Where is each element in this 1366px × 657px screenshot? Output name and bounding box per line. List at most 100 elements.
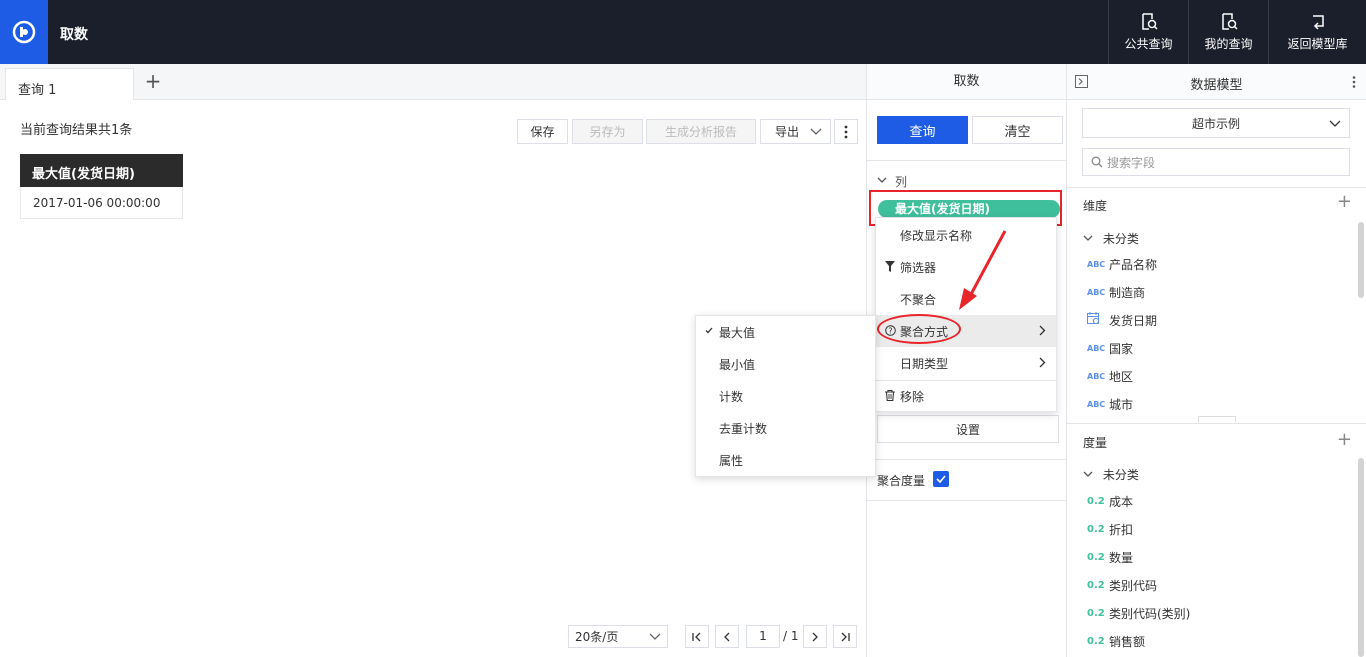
return-model-library-label: 返回模型库 bbox=[1287, 36, 1348, 51]
aggregate-measure-checkbox[interactable] bbox=[933, 471, 949, 487]
generate-report-button[interactable]: 生成分析报告 bbox=[646, 119, 756, 144]
save-button[interactable]: 保存 bbox=[517, 119, 568, 144]
measure-group-label: 未分类 bbox=[1102, 468, 1139, 482]
field-name: 产品名称 bbox=[1109, 257, 1158, 272]
export-dropdown[interactable]: 导出 bbox=[760, 119, 831, 144]
tab-query-1[interactable]: 查询 1 bbox=[5, 68, 134, 100]
measure-field[interactable]: 0.2 类别代码(类别) bbox=[1087, 603, 1190, 623]
chevron-down-icon[interactable] bbox=[877, 177, 887, 185]
dimension-field[interactable]: 发货日期 bbox=[1087, 310, 1157, 330]
clear-button[interactable]: 清空 bbox=[972, 116, 1063, 144]
dimensions-scrollbar[interactable] bbox=[1358, 222, 1364, 298]
return-icon bbox=[1312, 14, 1324, 30]
dimension-field[interactable]: ABC 产品名称 bbox=[1087, 254, 1157, 274]
measure-field[interactable]: 0.2 成本 bbox=[1087, 491, 1133, 511]
dimensions-label: 维度 bbox=[1083, 199, 1108, 213]
dimensions-section-header: 维度 + bbox=[1067, 187, 1366, 215]
measure-field[interactable]: 0.2 折扣 bbox=[1087, 519, 1133, 539]
fetch-panel-title: 取数 bbox=[867, 64, 1066, 100]
measures-label: 度量 bbox=[1083, 436, 1108, 450]
divider bbox=[867, 500, 1067, 501]
my-query-label: 我的查询 bbox=[1204, 36, 1253, 51]
annotation-arrow-icon bbox=[959, 230, 1007, 310]
result-table: 最大值(发货日期) 2017-01-06 00:00:00 bbox=[20, 154, 183, 219]
resize-handle[interactable] bbox=[1198, 416, 1236, 422]
submenu-item-count[interactable]: 计数 bbox=[696, 380, 875, 412]
data-model-panel: 数据模型 超市示例 搜索字段 维度 + 未分类 ABC 产品名称 ABC 制造商 bbox=[1067, 64, 1366, 657]
field-name: 成本 bbox=[1109, 494, 1134, 509]
submenu-item-min[interactable]: 最小值 bbox=[696, 348, 875, 380]
first-page-icon bbox=[692, 632, 701, 641]
menu-item-remove[interactable]: 移除 bbox=[876, 380, 1056, 412]
add-measure-button[interactable]: + bbox=[1337, 429, 1352, 450]
measures-scrollbar[interactable] bbox=[1358, 458, 1364, 657]
submenu-item-attribute[interactable]: 属性 bbox=[696, 444, 875, 476]
app-title: 取数 bbox=[60, 27, 88, 43]
dimension-field[interactable]: ABC 城市 bbox=[1087, 394, 1133, 414]
numeric-type-icon: 0.2 bbox=[1087, 495, 1105, 507]
query-button[interactable]: 查询 bbox=[877, 116, 968, 144]
dimension-field[interactable]: ABC 地区 bbox=[1087, 366, 1133, 386]
chevron-right-icon bbox=[1039, 325, 1046, 336]
submenu-item-label: 属性 bbox=[719, 453, 744, 468]
dimension-group-label: 未分类 bbox=[1102, 232, 1139, 246]
submenu-item-label: 最大值 bbox=[719, 325, 756, 340]
more-options-button[interactable] bbox=[834, 119, 858, 144]
chevron-down-icon bbox=[1329, 120, 1341, 127]
add-dimension-button[interactable]: + bbox=[1337, 191, 1352, 212]
numeric-type-icon: 0.2 bbox=[1087, 523, 1105, 535]
divider bbox=[867, 459, 1067, 460]
last-page-button[interactable] bbox=[833, 625, 857, 648]
my-query-button[interactable]: 我的查询 bbox=[1188, 0, 1268, 64]
data-model-title: 数据模型 bbox=[1190, 78, 1243, 93]
menu-item-date-type[interactable]: 日期类型 bbox=[876, 347, 1056, 379]
numeric-type-icon: 0.2 bbox=[1087, 607, 1105, 619]
table-cell[interactable]: 2017-01-06 00:00:00 bbox=[20, 187, 183, 219]
measure-group[interactable]: 未分类 bbox=[1083, 466, 1139, 483]
prev-page-button[interactable] bbox=[715, 625, 739, 648]
field-search-input[interactable]: 搜索字段 bbox=[1082, 148, 1350, 176]
columns-label: 列 bbox=[895, 175, 908, 189]
menu-item-label: 筛选器 bbox=[900, 260, 937, 275]
app-logo[interactable] bbox=[0, 0, 48, 64]
dimension-field[interactable]: ABC 制造商 bbox=[1087, 282, 1145, 302]
table-header-cell[interactable]: 最大值(发货日期) bbox=[20, 154, 183, 187]
submenu-item-label: 去重计数 bbox=[719, 421, 768, 436]
search-placeholder: 搜索字段 bbox=[1107, 155, 1156, 170]
divider bbox=[867, 160, 1067, 161]
field-name: 类别代码 bbox=[1109, 578, 1158, 593]
submenu-item-max[interactable]: 最大值 bbox=[696, 316, 875, 348]
data-model-header: 数据模型 bbox=[1067, 64, 1366, 100]
next-page-button[interactable] bbox=[803, 625, 827, 648]
page-size-label: 20条/页 bbox=[575, 630, 619, 644]
dimension-group[interactable]: 未分类 bbox=[1083, 230, 1139, 247]
my-query-icon bbox=[1221, 12, 1238, 30]
field-name: 地区 bbox=[1109, 369, 1134, 384]
check-icon bbox=[936, 475, 946, 483]
first-page-button[interactable] bbox=[685, 625, 709, 648]
measures-section-header: 度量 + bbox=[1067, 423, 1366, 457]
add-tab-button[interactable]: + bbox=[144, 70, 162, 94]
chevron-right-icon bbox=[812, 632, 818, 641]
aggregation-highlight-circle bbox=[877, 314, 961, 344]
column-pill[interactable]: 最大值(发货日期) bbox=[878, 200, 1060, 218]
public-query-label: 公共查询 bbox=[1124, 36, 1173, 51]
numeric-type-icon: 0.2 bbox=[1087, 635, 1105, 647]
page-size-select[interactable]: 20条/页 bbox=[568, 625, 668, 648]
aggregate-measure-label: 聚合度量 bbox=[877, 474, 926, 488]
current-page-input[interactable]: 1 bbox=[746, 625, 780, 648]
public-query-button[interactable]: 公共查询 bbox=[1108, 0, 1188, 64]
measure-field[interactable]: 0.2 类别代码 bbox=[1087, 575, 1157, 595]
measure-field[interactable]: 0.2 销售额 bbox=[1087, 631, 1145, 651]
return-model-library-button[interactable]: 返回模型库 bbox=[1268, 0, 1366, 64]
measure-field[interactable]: 0.2 数量 bbox=[1087, 547, 1133, 567]
dimension-field[interactable]: ABC 国家 bbox=[1087, 338, 1133, 358]
save-as-button[interactable]: 另存为 bbox=[572, 119, 643, 144]
model-select[interactable]: 超市示例 bbox=[1082, 108, 1350, 138]
query-tab-bar: 查询 1 + bbox=[0, 64, 866, 100]
submenu-item-distinct-count[interactable]: 去重计数 bbox=[696, 412, 875, 444]
settings-button[interactable]: 设置 bbox=[877, 415, 1059, 443]
chevron-right-icon bbox=[1039, 357, 1046, 368]
field-name: 类别代码(类别) bbox=[1109, 606, 1191, 621]
more-vertical-icon[interactable] bbox=[1352, 76, 1356, 88]
